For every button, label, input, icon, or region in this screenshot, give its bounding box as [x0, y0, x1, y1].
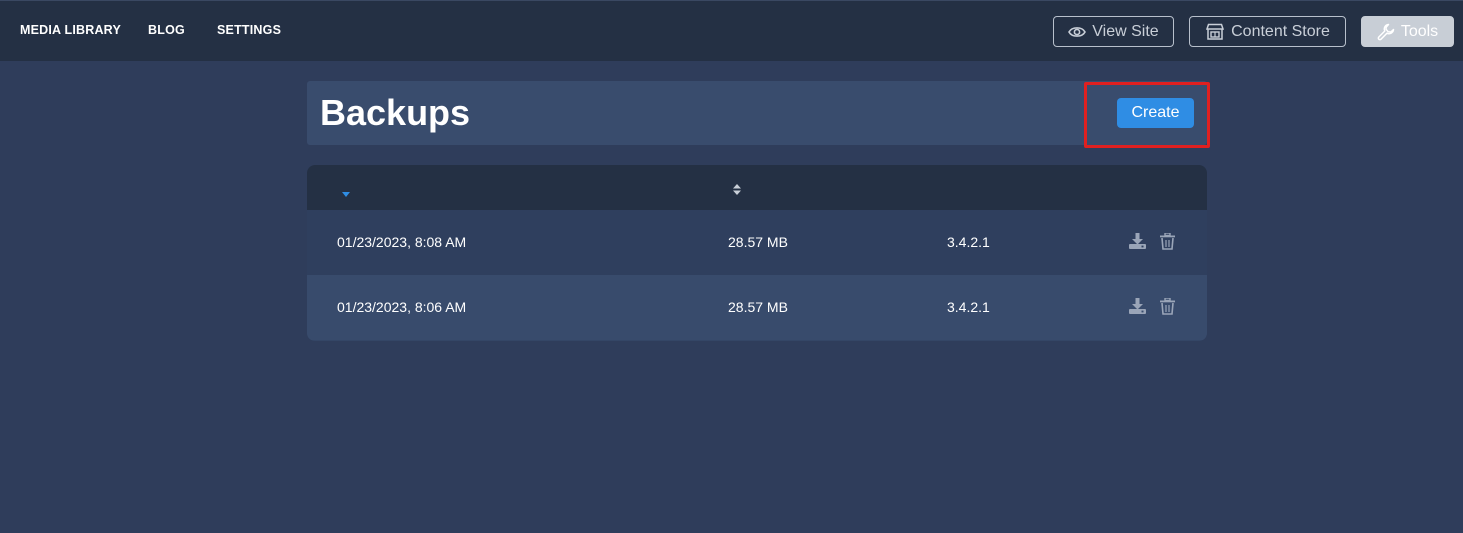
store-icon	[1205, 23, 1225, 41]
sort-descending-icon[interactable]	[342, 184, 350, 202]
table-row: 01/23/2023, 8:08 AM 28.57 MB 3.4.2.1	[307, 210, 1207, 275]
table-row: 01/23/2023, 8:06 AM 28.57 MB 3.4.2.1	[307, 275, 1207, 340]
backup-size: 28.57 MB	[728, 234, 788, 250]
nav-item-blog[interactable]: BLOG	[148, 23, 185, 37]
create-button[interactable]: Create	[1117, 98, 1194, 128]
table-header	[307, 165, 1207, 210]
view-site-label: View Site	[1092, 22, 1159, 40]
eye-icon	[1068, 25, 1087, 39]
wrench-icon	[1377, 23, 1395, 41]
backup-version: 3.4.2.1	[947, 234, 990, 250]
page-title: Backups	[320, 92, 471, 133]
backups-table: 01/23/2023, 8:08 AM 28.57 MB 3.4.2.1 01/…	[307, 165, 1207, 341]
trash-icon[interactable]	[1160, 297, 1175, 318]
content-store-button[interactable]: Content Store	[1189, 16, 1346, 47]
page-header: Backups Create	[307, 81, 1210, 148]
backup-date: 01/23/2023, 8:06 AM	[337, 299, 467, 315]
download-icon[interactable]	[1129, 233, 1146, 252]
backup-version: 3.4.2.1	[947, 299, 990, 315]
backup-date: 01/23/2023, 8:08 AM	[337, 234, 467, 250]
sort-icon[interactable]	[733, 182, 741, 200]
trash-icon[interactable]	[1160, 232, 1175, 253]
tools-button[interactable]: Tools	[1361, 16, 1454, 47]
backup-size: 28.57 MB	[728, 299, 788, 315]
nav-item-settings[interactable]: SETTINGS	[217, 23, 281, 37]
nav-item-media-library[interactable]: MEDIA LIBRARY	[20, 23, 121, 37]
view-site-button[interactable]: View Site	[1053, 16, 1174, 47]
top-navigation-bar: MEDIA LIBRARY BLOG SETTINGS View Site Co…	[0, 0, 1463, 61]
download-icon[interactable]	[1129, 298, 1146, 317]
content-store-label: Content Store	[1231, 22, 1330, 40]
tools-label: Tools	[1400, 22, 1439, 40]
